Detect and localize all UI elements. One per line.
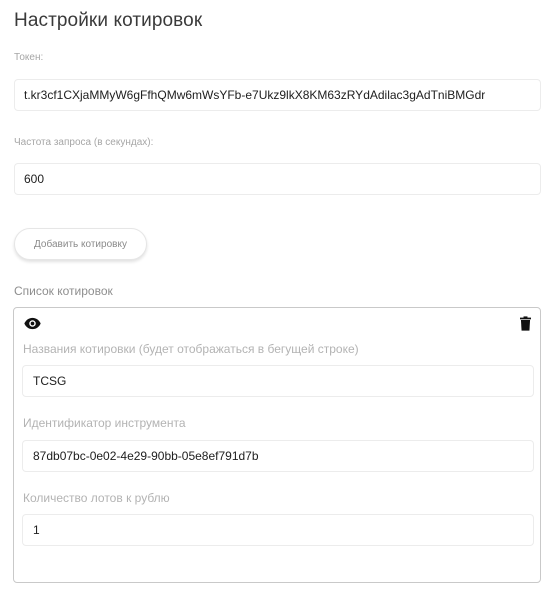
quotes-list-title: Список котировок [14, 284, 113, 298]
eye-icon[interactable] [24, 317, 41, 330]
instrument-id-label: Идентификатор инструмента [23, 416, 186, 430]
trash-icon[interactable] [520, 316, 531, 331]
lots-per-ruble-input[interactable]: 1 [22, 514, 534, 546]
frequency-label: Частота запроса (в секундах): [14, 137, 154, 148]
frequency-value: 600 [24, 172, 45, 186]
frequency-input[interactable]: 600 [14, 163, 541, 195]
quote-name-input[interactable]: TCSG [22, 365, 534, 397]
quote-name-label: Названия котировки (будет отображаться в… [23, 342, 359, 356]
quote-name-value: TCSG [33, 374, 67, 388]
instrument-id-value: 87db07bc-0e02-4e29-90bb-05e8ef791d7b [33, 449, 259, 463]
instrument-id-input[interactable]: 87db07bc-0e02-4e29-90bb-05e8ef791d7b [22, 440, 534, 472]
token-input[interactable]: t.kr3cf1CXjaMMyW6gFfhQMw6mWsYFb-e7Ukz9lk… [14, 79, 541, 111]
quote-settings-page: Настройки котировок Токен: t.kr3cf1CXjaM… [0, 0, 553, 599]
quote-card: Названия котировки (будет отображаться в… [13, 307, 541, 583]
lots-per-ruble-value: 1 [33, 523, 40, 537]
token-label: Токен: [14, 52, 44, 63]
lots-per-ruble-label: Количество лотов к рублю [23, 491, 170, 505]
add-quote-button[interactable]: Добавить котировку [14, 228, 147, 260]
page-title: Настройки котировок [14, 10, 203, 31]
token-value: t.kr3cf1CXjaMMyW6gFfhQMw6mWsYFb-e7Ukz9lk… [24, 88, 486, 102]
